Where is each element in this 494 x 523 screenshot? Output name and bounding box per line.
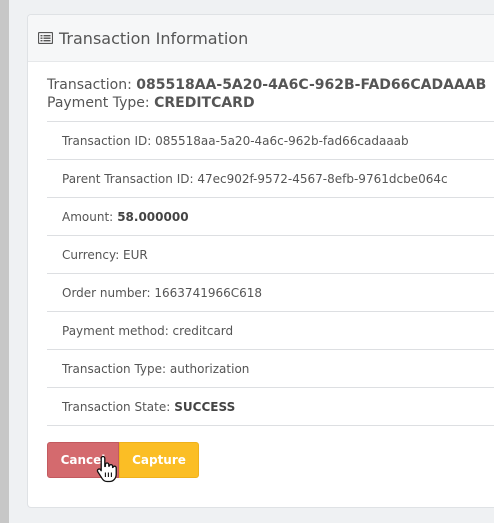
payment-type-line: Payment Type: CREDITCARD <box>47 94 486 112</box>
detail-label: Payment method: creditcard <box>62 323 234 338</box>
transaction-line: Transaction: 085518AA-5A20-4A6C-962B-FAD… <box>47 76 486 94</box>
transaction-details-list: Transaction ID: 085518aa-5a20-4a6c-962b-… <box>47 121 494 426</box>
list-alt-icon <box>38 32 53 44</box>
detail-label: Currency: EUR <box>62 247 148 262</box>
detail-label: Amount: <box>62 209 114 224</box>
transaction-summary: Transaction: 085518AA-5A20-4A6C-962B-FAD… <box>47 76 486 112</box>
detail-label: Transaction Type: authorization <box>62 361 250 376</box>
detail-label: Order number: 1663741966C618 <box>62 285 263 300</box>
left-edge <box>0 0 9 523</box>
panel-heading: Transaction Information <box>28 15 494 62</box>
detail-order-number: Order number: 1663741966C618 <box>47 273 494 311</box>
detail-transaction-type: Transaction Type: authorization <box>47 349 494 387</box>
detail-parent-transaction-id: Parent Transaction ID: 47ec902f-9572-456… <box>47 159 494 197</box>
hand-pointer-icon <box>96 455 117 483</box>
transaction-value: 085518AA-5A20-4A6C-962B-FAD66CADAAAB <box>136 77 487 93</box>
detail-value: 58.000000 <box>117 209 189 224</box>
detail-currency: Currency: EUR <box>47 235 494 273</box>
transaction-label: Transaction: <box>47 77 132 93</box>
capture-button[interactable]: Capture <box>119 442 199 478</box>
detail-label: Transaction State: <box>62 399 171 414</box>
payment-type-label: Payment Type: <box>47 95 150 111</box>
detail-payment-method: Payment method: creditcard <box>47 311 494 349</box>
panel-title: Transaction Information <box>59 28 249 48</box>
payment-type-value: CREDITCARD <box>154 95 255 111</box>
transaction-panel: Transaction Information Transaction: 085… <box>27 14 494 508</box>
detail-label: Transaction ID: 085518aa-5a20-4a6c-962b-… <box>62 133 409 148</box>
detail-amount: Amount: 58.000000 <box>47 197 494 235</box>
detail-label: Parent Transaction ID: 47ec902f-9572-456… <box>62 171 448 186</box>
action-buttons: Cancel Capture <box>47 442 199 478</box>
detail-value: SUCCESS <box>174 399 236 414</box>
detail-transaction-state: Transaction State: SUCCESS <box>47 387 494 426</box>
detail-transaction-id: Transaction ID: 085518aa-5a20-4a6c-962b-… <box>47 121 494 159</box>
